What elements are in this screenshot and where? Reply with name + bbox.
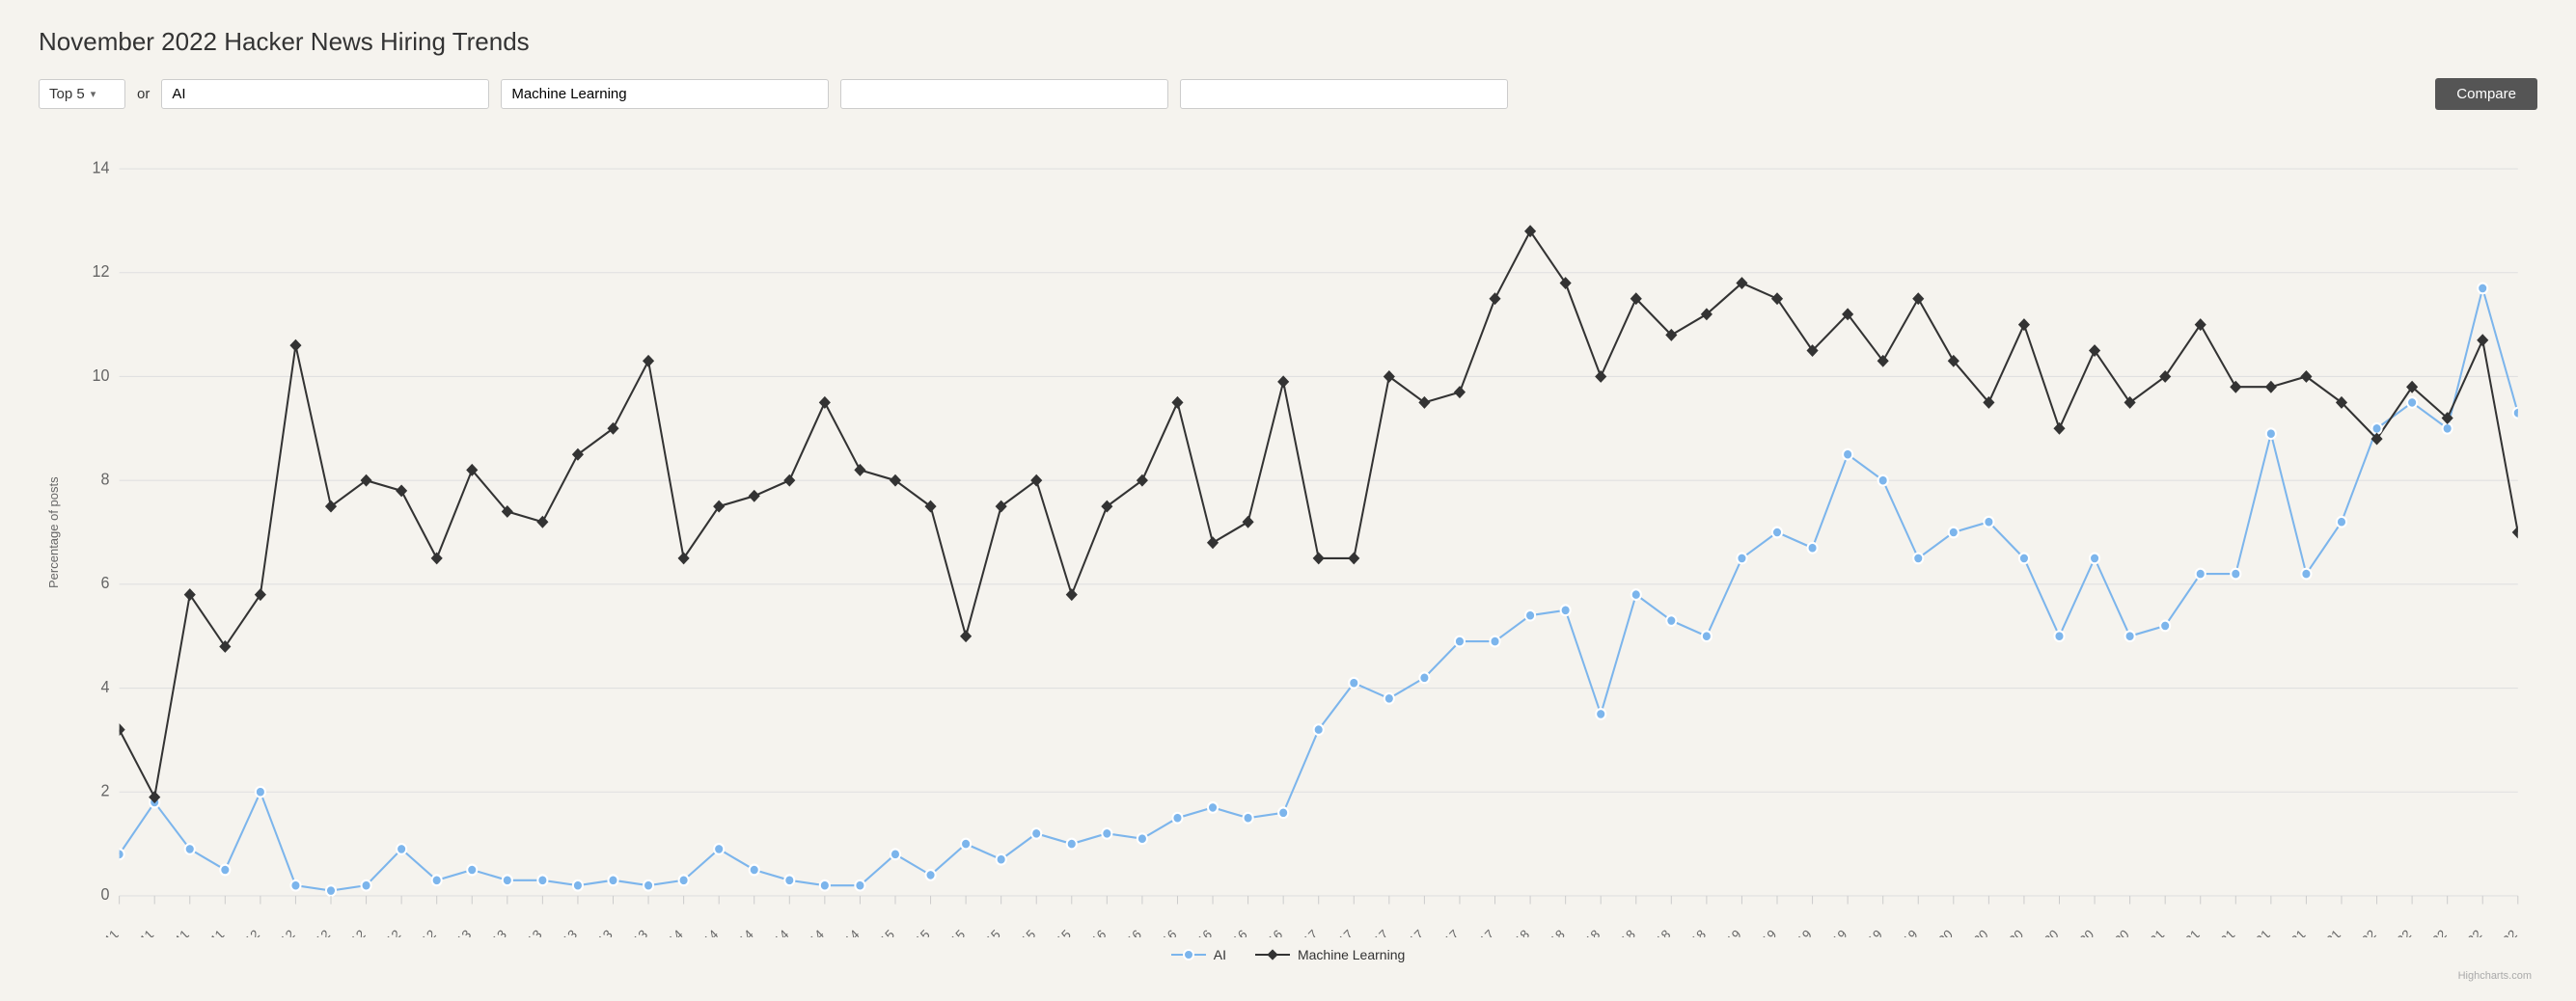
svg-text:Oct13: Oct13 bbox=[582, 927, 616, 937]
svg-text:Dec18: Dec18 bbox=[1673, 927, 1709, 937]
svg-text:Feb17: Feb17 bbox=[1285, 927, 1321, 937]
svg-text:Aug16: Aug16 bbox=[1179, 927, 1215, 937]
svg-text:Dec12: Dec12 bbox=[403, 927, 439, 937]
svg-text:Jun20: Jun20 bbox=[1991, 927, 2026, 937]
svg-text:Apr16: Apr16 bbox=[1110, 927, 1144, 937]
svg-text:Dec14: Dec14 bbox=[826, 927, 862, 937]
svg-text:Jun15: Jun15 bbox=[934, 927, 969, 937]
svg-text:Aug20: Aug20 bbox=[2025, 927, 2061, 937]
svg-text:Jun18: Jun18 bbox=[1569, 927, 1603, 937]
svg-text:10: 10 bbox=[93, 365, 110, 385]
svg-text:Feb15: Feb15 bbox=[862, 927, 897, 937]
svg-text:Dec15: Dec15 bbox=[1038, 927, 1074, 937]
svg-text:Feb22: Feb22 bbox=[2343, 927, 2379, 937]
svg-text:Jun11: Jun11 bbox=[123, 927, 156, 937]
svg-text:12: 12 bbox=[93, 262, 110, 282]
or-label: or bbox=[137, 86, 150, 102]
svg-text:Apr22: Apr22 bbox=[2380, 927, 2414, 937]
svg-text:Dec21: Dec21 bbox=[2308, 927, 2343, 937]
svg-text:Jun12: Jun12 bbox=[299, 927, 334, 937]
svg-text:14: 14 bbox=[93, 158, 110, 177]
svg-text:Apr17: Apr17 bbox=[1322, 927, 1356, 937]
svg-text:Feb18: Feb18 bbox=[1497, 927, 1533, 937]
svg-text:Aug15: Aug15 bbox=[968, 927, 1003, 937]
search-input-1[interactable] bbox=[161, 79, 489, 109]
compare-button[interactable]: Compare bbox=[2435, 78, 2537, 110]
svg-text:Oct14: Oct14 bbox=[793, 927, 827, 937]
svg-text:Aug21: Aug21 bbox=[2237, 927, 2273, 937]
svg-text:8: 8 bbox=[101, 470, 110, 489]
svg-text:Apr13: Apr13 bbox=[476, 927, 509, 937]
svg-text:Oct18: Oct18 bbox=[1639, 927, 1673, 937]
search-input-3[interactable] bbox=[840, 79, 1168, 109]
svg-text:4: 4 bbox=[101, 677, 110, 696]
svg-text:Apr18: Apr18 bbox=[1534, 927, 1568, 937]
svg-text:Feb13: Feb13 bbox=[439, 927, 475, 937]
chart-legend: AI Machine Learning bbox=[39, 947, 2537, 970]
svg-text:Dec20: Dec20 bbox=[2096, 927, 2132, 937]
chevron-down-icon: ▾ bbox=[91, 88, 96, 100]
search-input-4[interactable] bbox=[1180, 79, 1508, 109]
svg-text:Oct21: Oct21 bbox=[2274, 927, 2308, 937]
svg-text:Oct17: Oct17 bbox=[1428, 927, 1462, 937]
svg-text:Feb14: Feb14 bbox=[650, 927, 686, 937]
svg-text:Feb16: Feb16 bbox=[1074, 927, 1110, 937]
svg-text:2: 2 bbox=[101, 781, 110, 800]
svg-text:Aug19: Aug19 bbox=[1814, 927, 1850, 937]
svg-text:Apr21: Apr21 bbox=[2169, 927, 2203, 937]
page-title: November 2022 Hacker News Hiring Trends bbox=[39, 27, 2537, 57]
svg-text:Oct22: Oct22 bbox=[2486, 927, 2520, 937]
svg-text:Jun14: Jun14 bbox=[722, 927, 756, 937]
svg-text:Dec16: Dec16 bbox=[1249, 927, 1285, 937]
y-axis-label: Percentage of posts bbox=[39, 127, 61, 937]
legend-ml: Machine Learning bbox=[1255, 947, 1405, 962]
svg-text:Aug18: Aug18 bbox=[1603, 927, 1638, 937]
svg-text:Apr14: Apr14 bbox=[687, 927, 721, 937]
svg-text:Jun16: Jun16 bbox=[1145, 927, 1180, 937]
svg-text:Oct12: Oct12 bbox=[370, 927, 403, 937]
svg-text:Aug12: Aug12 bbox=[333, 927, 369, 937]
svg-text:Apr11: Apr11 bbox=[88, 927, 121, 937]
svg-text:0: 0 bbox=[101, 885, 110, 905]
highcharts-credit: Highcharts.com bbox=[39, 970, 2537, 982]
legend-ml-label: Machine Learning bbox=[1298, 947, 1405, 962]
svg-text:Jun19: Jun19 bbox=[1780, 927, 1815, 937]
svg-text:Jun22: Jun22 bbox=[2415, 927, 2450, 937]
svg-text:Oct16: Oct16 bbox=[1217, 927, 1250, 937]
chart-area: Percentage of posts 0 bbox=[39, 127, 2537, 982]
svg-text:Aug22: Aug22 bbox=[2449, 927, 2484, 937]
svg-text:Sep11: Sep11 bbox=[156, 927, 191, 937]
svg-text:Oct20: Oct20 bbox=[2063, 927, 2096, 937]
chart-inner: 0 2 4 6 8 10 12 14 Apr11 bbox=[61, 127, 2537, 937]
svg-text:Jun21: Jun21 bbox=[2204, 927, 2238, 937]
svg-text:6: 6 bbox=[101, 574, 110, 593]
svg-text:Apr19: Apr19 bbox=[1745, 927, 1779, 937]
top5-dropdown[interactable]: Top 5 ▾ bbox=[39, 79, 125, 109]
dropdown-label: Top 5 bbox=[49, 86, 85, 102]
svg-text:Feb19: Feb19 bbox=[1709, 927, 1744, 937]
svg-text:Dec19: Dec19 bbox=[1884, 927, 1920, 937]
svg-text:Oct15: Oct15 bbox=[1004, 927, 1038, 937]
svg-text:Dec17: Dec17 bbox=[1461, 927, 1496, 937]
svg-text:Apr20: Apr20 bbox=[1957, 927, 1990, 937]
svg-text:Jun13: Jun13 bbox=[510, 927, 545, 937]
legend-ai-label: AI bbox=[1214, 947, 1226, 962]
svg-text:Oct19: Oct19 bbox=[1851, 927, 1885, 937]
svg-text:Aug14: Aug14 bbox=[755, 927, 791, 937]
svg-text:Feb21: Feb21 bbox=[2132, 927, 2168, 937]
svg-text:Nov11: Nov11 bbox=[192, 927, 227, 937]
svg-text:Feb20: Feb20 bbox=[1920, 927, 1956, 937]
svg-text:Apr12: Apr12 bbox=[263, 927, 297, 937]
search-input-2[interactable] bbox=[501, 79, 829, 109]
svg-text:Aug13: Aug13 bbox=[544, 927, 580, 937]
svg-text:Jun17: Jun17 bbox=[1357, 927, 1391, 937]
legend-ai: AI bbox=[1171, 947, 1226, 962]
svg-text:Aug17: Aug17 bbox=[1390, 927, 1426, 937]
svg-text:Feb12: Feb12 bbox=[227, 927, 262, 937]
svg-text:Dec13: Dec13 bbox=[615, 927, 650, 937]
controls-bar: Top 5 ▾ or Compare bbox=[39, 78, 2537, 110]
svg-text:Apr15: Apr15 bbox=[899, 927, 933, 937]
